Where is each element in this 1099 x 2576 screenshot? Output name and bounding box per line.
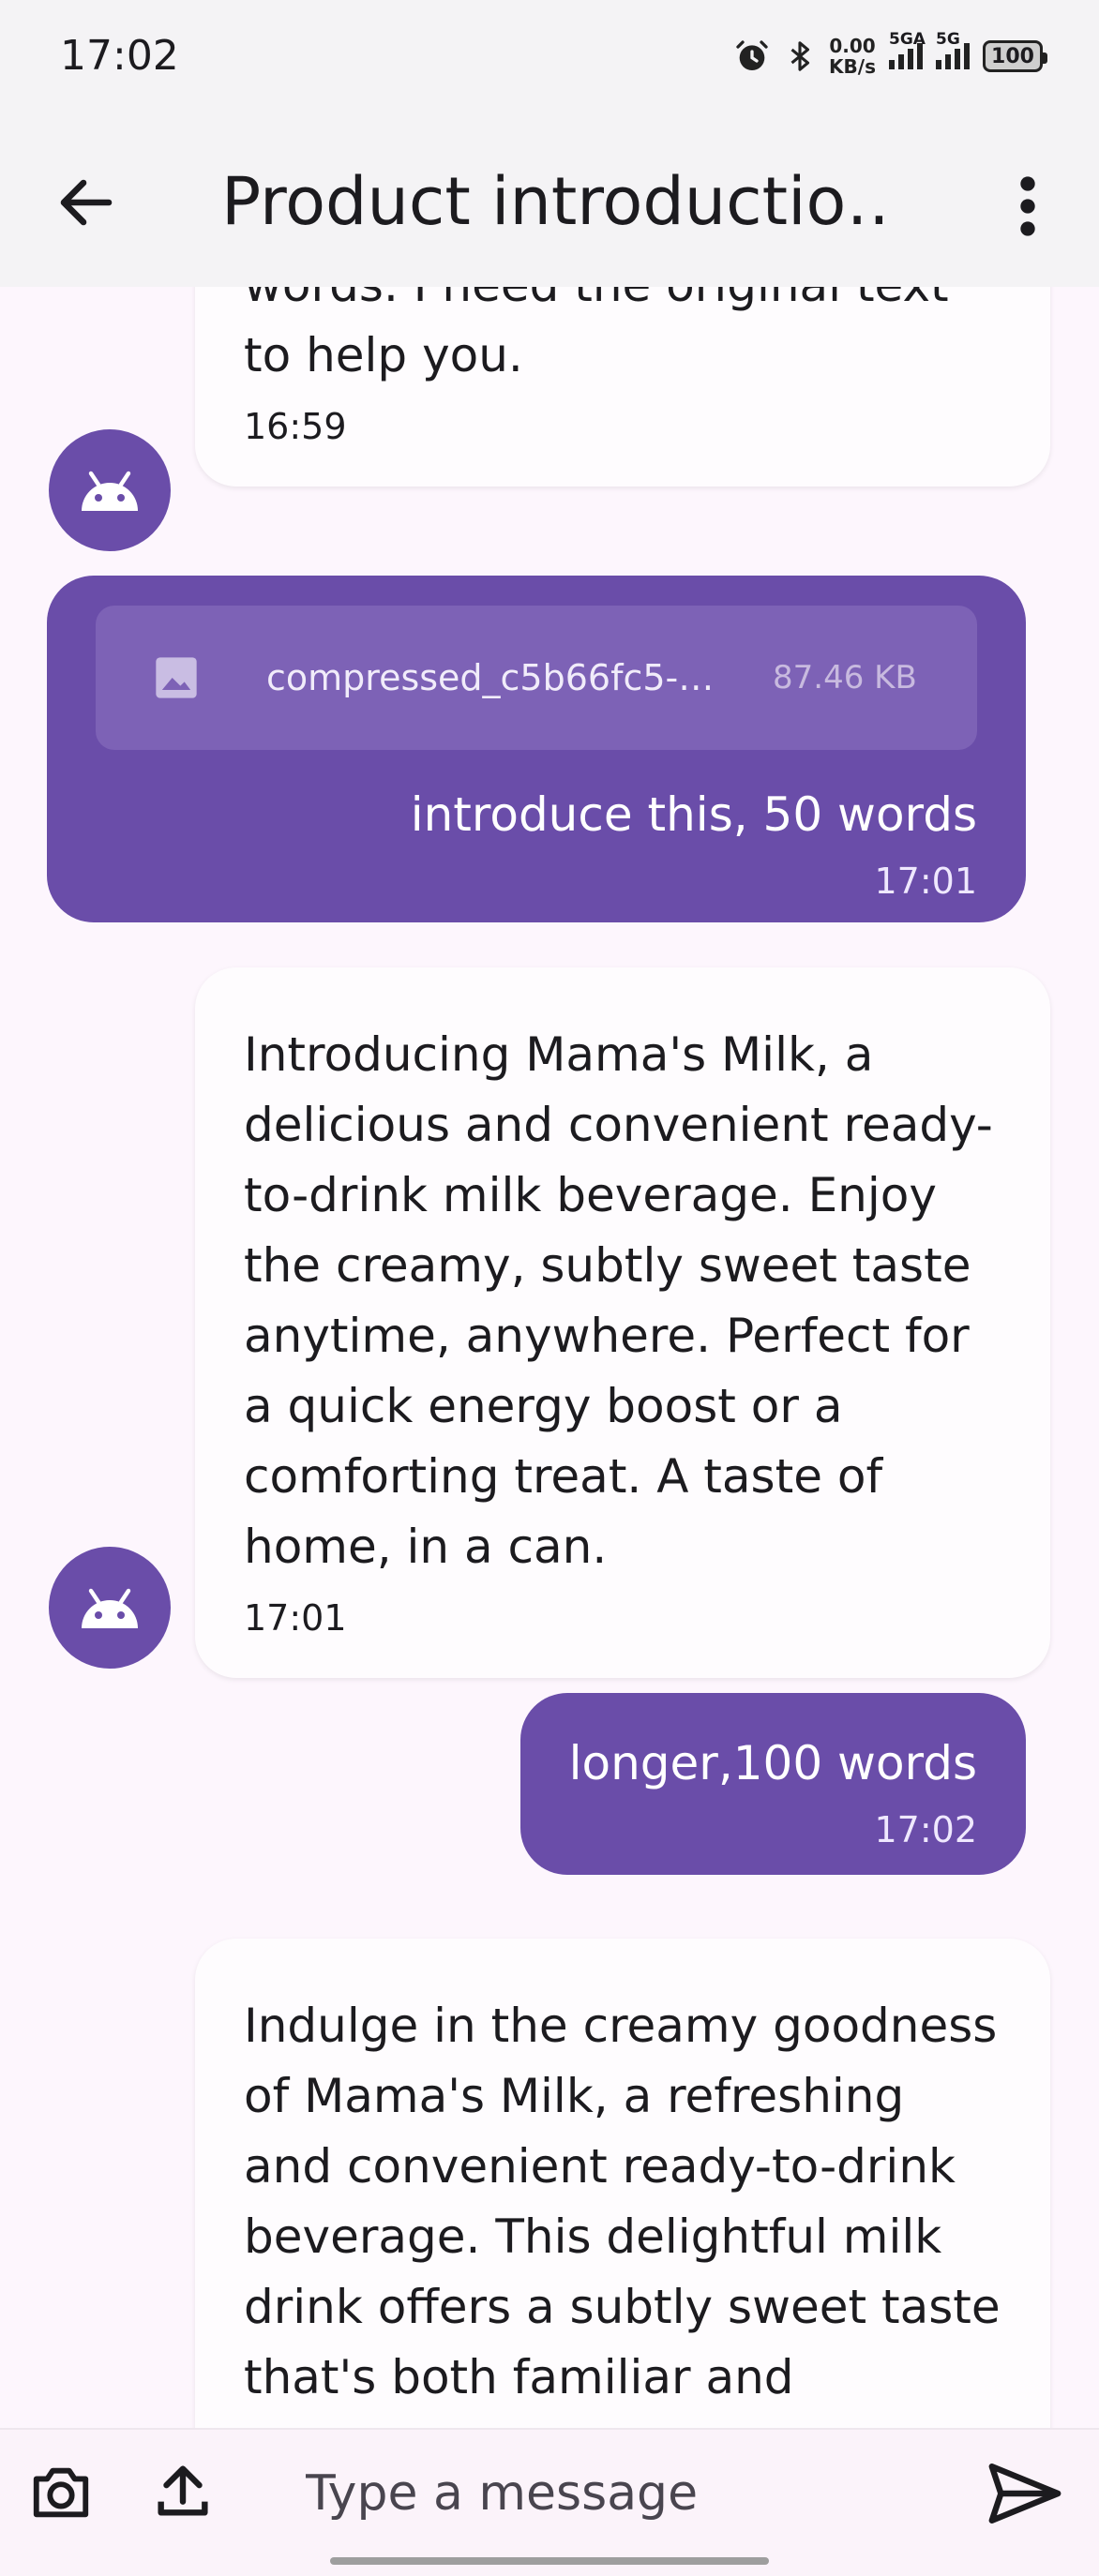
user-message: compressed_c5b66fc5-… 87.46 KB introduce…: [47, 576, 1026, 922]
bot-avatar: [49, 1547, 171, 1669]
bluetooth-icon: [790, 41, 810, 71]
arrow-back-icon[interactable]: [53, 169, 120, 236]
message-text: want me to shorten to 50 words. I need t…: [244, 287, 949, 382]
image-icon: [156, 657, 197, 698]
upload-icon[interactable]: [150, 2458, 216, 2524]
message-text: introduce this, 50 words: [410, 787, 977, 842]
user-message: longer,100 words 17:02: [519, 1693, 1026, 1875]
camera-icon[interactable]: [28, 2460, 94, 2525]
status-icons: 0.00 KB/s 5GA 5G 100: [733, 28, 1047, 84]
message-time: 17:02: [874, 1809, 977, 1850]
signal-5ga-icon: 5GA: [889, 30, 926, 69]
signal-5g-icon: 5G: [936, 30, 970, 69]
chat-screen: 17:02 0.00 KB/s 5GA 5G 100 Product intro…: [0, 0, 1099, 2576]
message-list[interactable]: want me to shorten to 50 words. I need t…: [0, 287, 1099, 2428]
page-title: Product introductio…: [221, 163, 896, 240]
message-text: Indulge in the creamy goodness of Mama's…: [244, 1999, 1001, 2428]
message-time: 16:59: [244, 406, 347, 447]
bot-message: want me to shorten to 50 words. I need t…: [195, 287, 1050, 487]
message-text: longer,100 words: [568, 1736, 977, 1790]
alarm-icon: [736, 40, 768, 70]
message-input[interactable]: [306, 2456, 925, 2531]
send-icon[interactable]: [988, 2464, 1061, 2524]
message-composer: [0, 2428, 1099, 2576]
android-icon: [82, 1588, 138, 1628]
attachment-size: 87.46 KB: [773, 659, 917, 696]
message-text: Introducing Mama's Milk, a delicious and…: [244, 1027, 993, 1574]
more-vert-icon[interactable]: [1009, 172, 1046, 240]
android-icon: [82, 471, 138, 511]
attachment-name: compressed_c5b66fc5-…: [266, 657, 715, 698]
bot-avatar: [49, 429, 171, 551]
message-time: 17:01: [874, 861, 977, 902]
battery-icon: 100: [983, 40, 1047, 72]
bot-message: Introducing Mama's Milk, a delicious and…: [195, 967, 1050, 1678]
attachment-card[interactable]: compressed_c5b66fc5-… 87.46 KB: [96, 606, 977, 750]
status-time: 17:02: [60, 32, 179, 80]
home-indicator[interactable]: [330, 2557, 769, 2565]
network-speed: 0.00 KB/s: [829, 35, 876, 78]
message-time: 17:01: [244, 1597, 347, 1639]
bot-message: Indulge in the creamy goodness of Mama's…: [195, 1939, 1050, 2428]
status-bar: 17:02 0.00 KB/s 5GA 5G 100: [0, 0, 1099, 112]
app-bar: Product introductio…: [0, 112, 1099, 287]
